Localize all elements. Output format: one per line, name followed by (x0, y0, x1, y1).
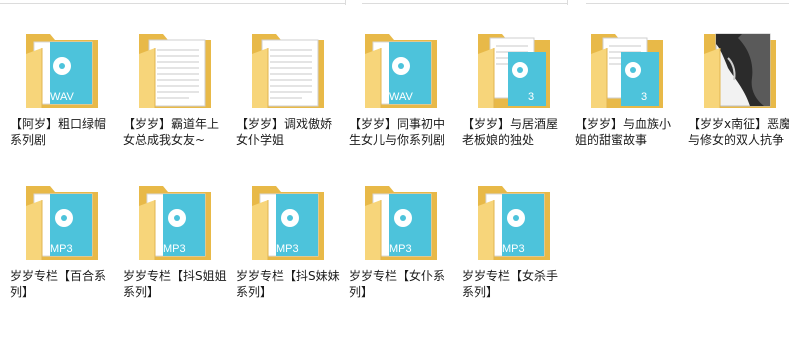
svg-text:WAV: WAV (50, 91, 74, 103)
file-item[interactable]: 【岁岁】霸道年上女总成我女友~ (119, 28, 231, 178)
file-item[interactable]: 【岁岁】调戏傲娇女仆学姐 (232, 28, 344, 178)
file-name[interactable]: 【阿岁】粗口绿帽系列剧 (10, 116, 114, 148)
file-grid: WAV 【阿岁】粗口绿帽系列剧 【岁岁】霸道年上女总成我女友~ 【岁岁】调戏傲娇… (0, 0, 789, 338)
file-item[interactable]: MP3 岁岁专栏【女仆系列】 (345, 180, 457, 330)
document-folder-icon (133, 28, 217, 112)
audio-folder-icon: WAV (359, 28, 443, 112)
image-folder-icon (698, 28, 782, 112)
document-folder-icon (246, 28, 330, 112)
file-item[interactable]: 3 【岁岁】与血族小姐的甜蜜故事 (571, 28, 683, 178)
file-name[interactable]: 岁岁专栏【抖S妹妹系列】 (236, 268, 340, 300)
file-name[interactable]: 【岁岁】与居酒屋老板娘的独处 (462, 116, 566, 148)
file-name[interactable]: 岁岁专栏【女仆系列】 (349, 268, 453, 300)
file-name[interactable]: 【岁岁x南征】恶魔与修女的双人抗争 (688, 116, 789, 148)
file-item[interactable]: WAV 【阿岁】粗口绿帽系列剧 (6, 28, 118, 178)
file-item[interactable]: 3 【岁岁】与居酒屋老板娘的独处 (458, 28, 570, 178)
svg-text:MP3: MP3 (276, 243, 299, 255)
audio-folder-icon: MP3 (472, 180, 556, 264)
svg-text:3: 3 (528, 91, 534, 103)
svg-text:MP3: MP3 (163, 243, 186, 255)
svg-text:MP3: MP3 (502, 243, 525, 255)
file-item[interactable]: WAV 【岁岁】同事初中生女儿与你系列剧 (345, 28, 457, 178)
svg-text:WAV: WAV (389, 91, 413, 103)
audio-folder-icon: MP3 (133, 180, 217, 264)
file-item[interactable]: 【岁岁x南征】恶魔与修女的双人抗争 (684, 28, 789, 178)
audio-folder-icon: WAV (20, 28, 104, 112)
mixed-media-folder-icon: 3 (585, 28, 669, 112)
file-item[interactable]: MP3 岁岁专栏【抖S妹妹系列】 (232, 180, 344, 330)
file-item[interactable]: MP3 岁岁专栏【女杀手系列】 (458, 180, 570, 330)
mixed-media-folder-icon: 3 (472, 28, 556, 112)
audio-folder-icon: MP3 (246, 180, 330, 264)
file-name[interactable]: 岁岁专栏【百合系列】 (10, 268, 114, 300)
audio-folder-icon: MP3 (20, 180, 104, 264)
audio-folder-icon: MP3 (359, 180, 443, 264)
file-name[interactable]: 【岁岁】调戏傲娇女仆学姐 (236, 116, 340, 148)
svg-text:3: 3 (641, 91, 647, 103)
svg-text:MP3: MP3 (50, 243, 73, 255)
file-name[interactable]: 【岁岁】霸道年上女总成我女友~ (123, 116, 227, 148)
file-item[interactable]: MP3 岁岁专栏【抖S姐姐系列】 (119, 180, 231, 330)
file-name[interactable]: 岁岁专栏【女杀手系列】 (462, 268, 566, 300)
file-name[interactable]: 【岁岁】与血族小姐的甜蜜故事 (575, 116, 679, 148)
file-name[interactable]: 岁岁专栏【抖S姐姐系列】 (123, 268, 227, 300)
file-name[interactable]: 【岁岁】同事初中生女儿与你系列剧 (349, 116, 453, 148)
file-item[interactable]: MP3 岁岁专栏【百合系列】 (6, 180, 118, 330)
svg-text:MP3: MP3 (389, 243, 412, 255)
